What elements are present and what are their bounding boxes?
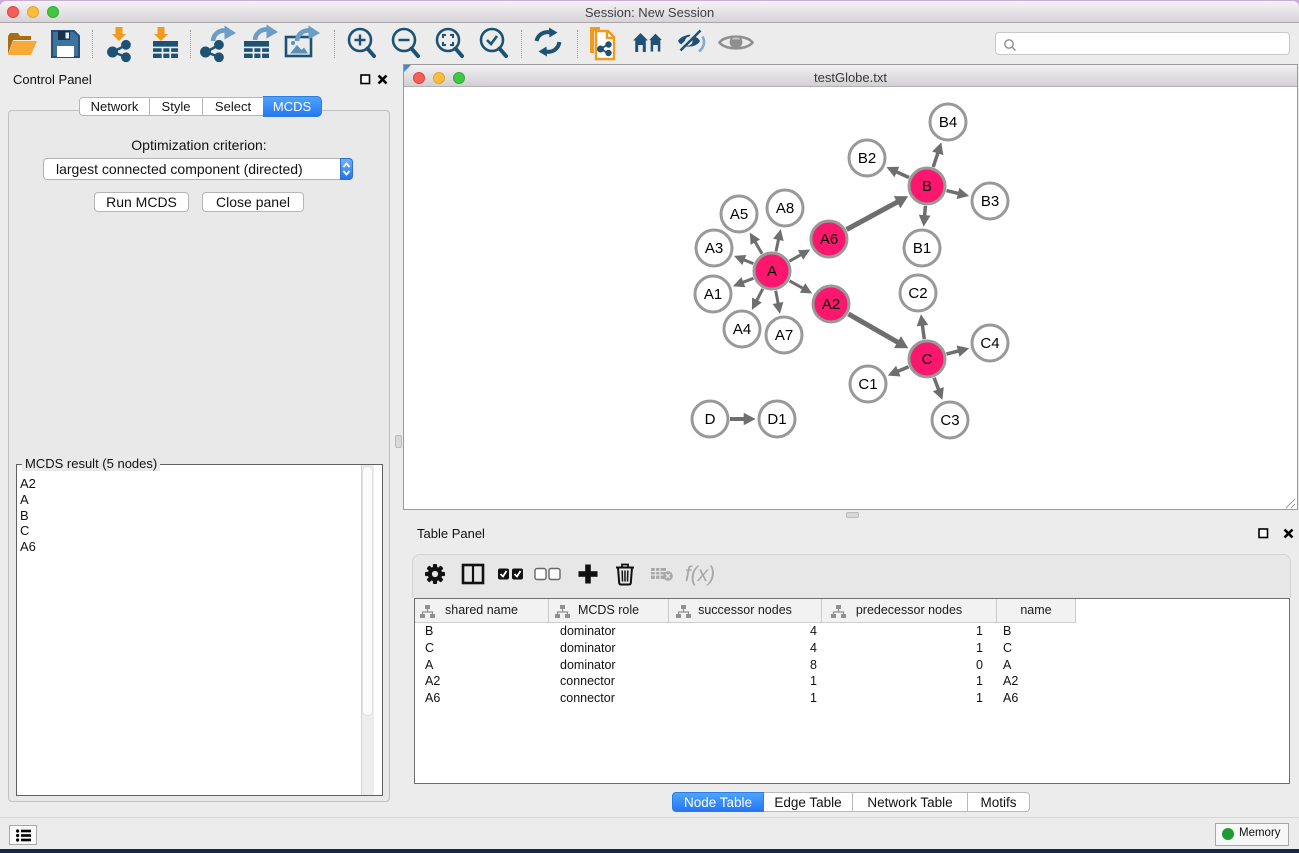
svg-text:A8: A8 bbox=[776, 200, 794, 217]
svg-text:A4: A4 bbox=[733, 321, 751, 338]
svg-text:A5: A5 bbox=[730, 206, 748, 223]
svg-text:f(x): f(x) bbox=[685, 563, 715, 586]
svg-text:A7: A7 bbox=[775, 327, 793, 344]
svg-text:D1: D1 bbox=[767, 411, 786, 428]
svg-text:B3: B3 bbox=[981, 193, 999, 210]
svg-text:B: B bbox=[922, 178, 932, 195]
svg-text:A: A bbox=[767, 263, 777, 280]
svg-text:A1: A1 bbox=[704, 286, 722, 303]
svg-text:C: C bbox=[922, 351, 933, 368]
svg-text:A6: A6 bbox=[820, 231, 838, 248]
svg-text:C3: C3 bbox=[940, 412, 959, 429]
svg-text:A2: A2 bbox=[822, 296, 840, 313]
svg-text:B2: B2 bbox=[858, 150, 876, 167]
svg-text:A3: A3 bbox=[705, 240, 723, 257]
svg-text:C1: C1 bbox=[858, 376, 877, 393]
svg-text:B1: B1 bbox=[913, 240, 931, 257]
svg-text:D: D bbox=[705, 411, 716, 428]
svg-text:C4: C4 bbox=[980, 335, 999, 352]
svg-text:C2: C2 bbox=[908, 285, 927, 302]
svg-text:B4: B4 bbox=[939, 114, 957, 131]
